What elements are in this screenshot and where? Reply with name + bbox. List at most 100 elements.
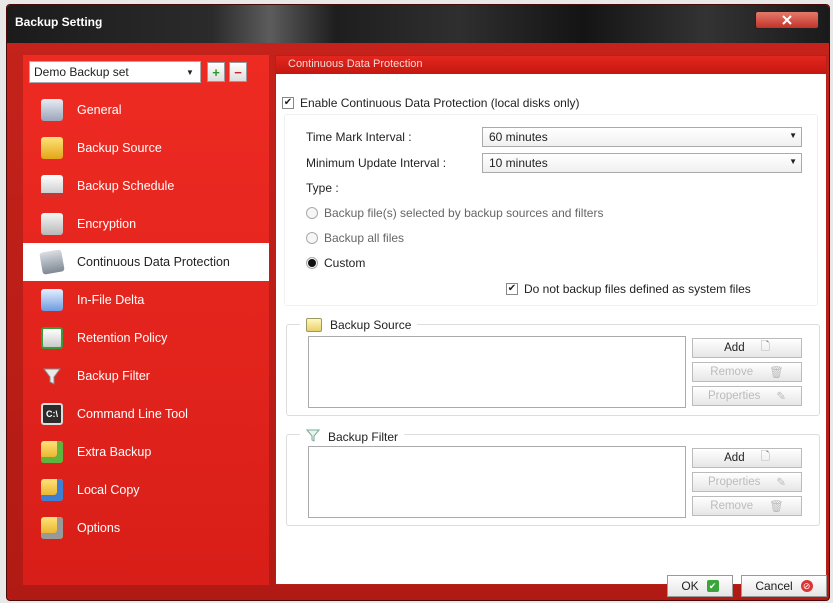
add-label: Add — [724, 342, 745, 354]
add-backup-set-button[interactable]: + — [207, 62, 225, 82]
sidebar: Demo Backup set ▼ + − General Backup Sou… — [23, 55, 269, 585]
close-button[interactable] — [755, 11, 819, 29]
add-icon: 🗋 — [760, 340, 770, 353]
options-folder-icon — [41, 517, 63, 539]
backup-source-list[interactable] — [308, 336, 686, 408]
enable-cdp-label: Enable Continuous Data Protection (local… — [300, 96, 580, 110]
min-update-value: 10 minutes — [489, 156, 548, 170]
exclude-system-files-checkbox[interactable]: ✔ Do not backup files defined as system … — [506, 282, 751, 296]
sidebar-item-label: General — [77, 103, 122, 117]
radio-all-files-label: Backup all files — [324, 231, 405, 245]
recycle-bin-icon — [41, 327, 63, 349]
time-mark-select[interactable]: 60 minutes ▼ — [482, 127, 802, 147]
sidebar-item-options[interactable]: Options — [23, 509, 269, 547]
backup-source-icon — [306, 318, 322, 332]
remove-label: Remove — [710, 366, 754, 378]
backup-filter-remove-button[interactable]: Remove 🗑 — [692, 496, 802, 516]
backup-filter-title: Backup Filter — [328, 429, 399, 444]
sidebar-item-label: Extra Backup — [77, 445, 152, 459]
backup-setting-window: Backup Setting Demo Backup set ▼ + − Gen… — [6, 4, 830, 601]
backup-set-value: Demo Backup set — [34, 65, 129, 79]
main-panel: Continuous Data Protection ✔ Enable Cont… — [275, 55, 827, 585]
sidebar-item-backup-schedule[interactable]: Backup Schedule — [23, 167, 269, 205]
sidebar-item-continuous-data-protection[interactable]: Continuous Data Protection — [23, 243, 269, 281]
backup-source-group-title: Backup Source — [300, 318, 418, 332]
backup-set-select[interactable]: Demo Backup set ▼ — [29, 61, 201, 83]
remove-label: Remove — [710, 500, 754, 512]
terminal-icon: C:\ — [41, 403, 63, 425]
radio-icon — [306, 207, 318, 219]
extra-backup-folder-icon — [41, 441, 63, 463]
properties-label: Properties — [707, 390, 761, 402]
sidebar-item-extra-backup[interactable]: Extra Backup — [23, 433, 269, 471]
min-update-select[interactable]: 10 minutes ▼ — [482, 153, 802, 173]
checkbox-checked-icon: ✔ — [282, 97, 294, 109]
exclude-system-files-label: Do not backup files defined as system fi… — [524, 282, 751, 296]
funnel-icon — [305, 428, 321, 445]
trash-icon: 🗑 — [769, 367, 784, 379]
trash-icon: 🗑 — [769, 501, 784, 513]
sidebar-item-label: Command Line Tool — [77, 407, 188, 421]
remove-backup-set-button[interactable]: − — [229, 62, 247, 82]
sidebar-item-label: Backup Schedule — [77, 179, 175, 193]
backup-filter-add-button[interactable]: Add 🗋 — [692, 448, 802, 468]
properties-icon: ✎ — [776, 391, 787, 403]
add-icon: 🗋 — [760, 450, 770, 463]
sidebar-item-label: Options — [77, 521, 121, 535]
window-title: Backup Setting — [15, 15, 103, 29]
backup-source-title: Backup Source — [330, 318, 412, 332]
delta-document-icon — [41, 289, 63, 311]
sidebar-item-backup-source[interactable]: Backup Source — [23, 129, 269, 167]
properties-label: Properties — [707, 476, 761, 488]
sidebar-item-local-copy[interactable]: Local Copy — [23, 471, 269, 509]
sidebar-item-label: Backup Source — [77, 141, 162, 155]
backup-filter-list[interactable] — [308, 446, 686, 518]
sidebar-item-label: Encryption — [77, 217, 137, 231]
close-icon — [782, 15, 792, 25]
radio-selected-sources[interactable]: Backup file(s) selected by backup source… — [306, 206, 603, 220]
backup-source-properties-button[interactable]: Properties ✎ — [692, 386, 802, 406]
chevron-down-icon: ▼ — [186, 68, 194, 77]
backup-filter-group-title: Backup Filter — [300, 428, 405, 445]
type-label: Type : — [306, 181, 339, 195]
backup-filter-properties-button[interactable]: Properties ✎ — [692, 472, 802, 492]
lock-document-icon — [41, 213, 63, 235]
sidebar-item-label: Local Copy — [77, 483, 140, 497]
panel-header: Continuous Data Protection — [276, 56, 826, 74]
radio-selected-sources-label: Backup file(s) selected by backup source… — [324, 206, 604, 220]
cancel-label: Cancel — [755, 579, 793, 593]
sidebar-item-label: Backup Filter — [77, 369, 150, 383]
sidebar-nav: General Backup Source Backup Schedule En… — [23, 91, 269, 547]
ok-button[interactable]: OK ✔ — [667, 575, 733, 597]
minus-icon: − — [234, 64, 242, 80]
radio-all-files[interactable]: Backup all files — [306, 231, 404, 245]
title-bar: Backup Setting — [7, 5, 829, 43]
sidebar-item-label: Continuous Data Protection — [77, 255, 230, 269]
sidebar-item-label: In-File Delta — [77, 293, 145, 307]
disk-icon — [39, 249, 65, 275]
check-icon: ✔ — [706, 580, 719, 592]
folder-icon — [41, 137, 63, 159]
radio-icon — [306, 232, 318, 244]
sidebar-item-in-file-delta[interactable]: In-File Delta — [23, 281, 269, 319]
chevron-down-icon: ▼ — [789, 157, 797, 166]
enable-cdp-checkbox[interactable]: ✔ Enable Continuous Data Protection (loc… — [282, 96, 579, 110]
backup-source-add-button[interactable]: Add 🗋 — [692, 338, 802, 358]
sidebar-item-encryption[interactable]: Encryption — [23, 205, 269, 243]
sidebar-item-general[interactable]: General — [23, 91, 269, 129]
properties-icon: ✎ — [776, 477, 787, 489]
checkbox-checked-icon: ✔ — [506, 283, 518, 295]
backup-source-remove-button[interactable]: Remove 🗑 — [692, 362, 802, 382]
radio-custom[interactable]: Custom — [306, 256, 365, 270]
radio-custom-label: Custom — [324, 256, 366, 270]
ok-label: OK — [681, 579, 699, 593]
sidebar-item-backup-filter[interactable]: Backup Filter — [23, 357, 269, 395]
sidebar-item-retention-policy[interactable]: Retention Policy — [23, 319, 269, 357]
cancel-button[interactable]: Cancel ⊘ — [741, 575, 827, 597]
general-icon — [41, 99, 63, 121]
sidebar-item-command-line-tool[interactable]: C:\ Command Line Tool — [23, 395, 269, 433]
add-label: Add — [724, 452, 745, 464]
funnel-icon — [41, 365, 63, 387]
radio-selected-icon — [306, 257, 318, 269]
local-copy-folder-icon — [41, 479, 63, 501]
